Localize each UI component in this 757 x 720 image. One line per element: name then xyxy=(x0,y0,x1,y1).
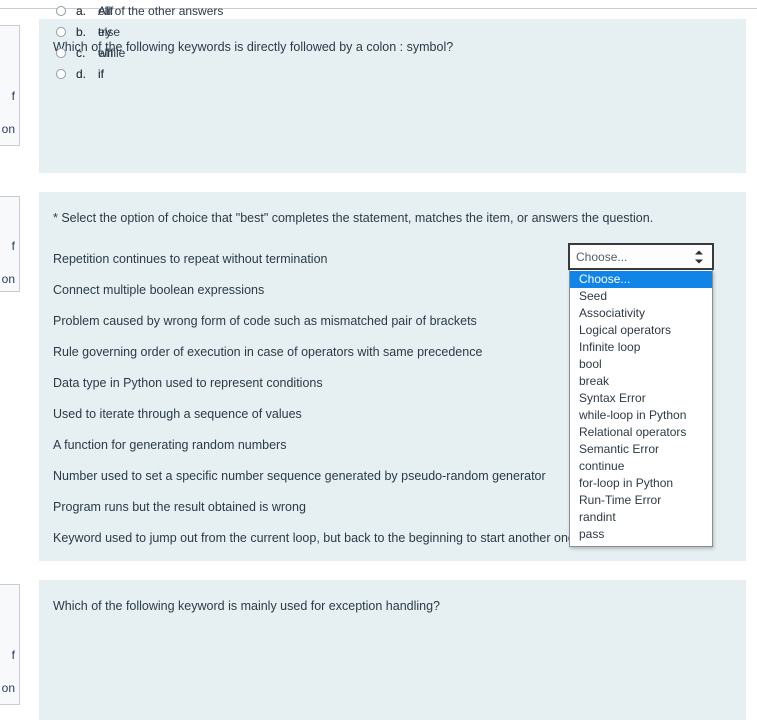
radio-button-icon[interactable] xyxy=(56,5,66,16)
quiz-page: f on f on f on Which of the following ke… xyxy=(0,0,757,720)
question-card-3: Which of the following keyword is mainly… xyxy=(39,580,746,720)
matching-select[interactable]: Choose... xyxy=(568,243,714,270)
select-option[interactable]: Seed xyxy=(570,288,712,305)
nav-stub-3-line-1: f xyxy=(11,648,15,662)
radio-button-icon[interactable] xyxy=(56,68,66,79)
select-option[interactable]: while-loop in Python xyxy=(570,407,712,424)
nav-stub-3-line-2: on xyxy=(1,681,15,695)
question-2-instruction: * Select the option of choice that "best… xyxy=(53,211,654,225)
question-3-options: a. elif b. try c. while d. if xyxy=(56,0,125,84)
select-option-list[interactable]: Choose... Seed Associativity Logical ope… xyxy=(569,270,713,547)
option-label: while xyxy=(98,45,126,60)
statement-row: Rule governing order of execution in cas… xyxy=(53,345,483,359)
nav-stub-3[interactable]: f on xyxy=(0,584,20,705)
select-option[interactable]: for-loop in Python xyxy=(570,475,712,492)
select-value: Choose... xyxy=(576,249,628,264)
select-option[interactable]: Semantic Error xyxy=(570,441,712,458)
statement-row: Connect multiple boolean expressions xyxy=(53,283,265,297)
option-letter: b. xyxy=(76,24,87,39)
question-2-statements: Repetition continues to repeat without t… xyxy=(53,251,575,561)
select-option[interactable]: Choose... xyxy=(570,271,712,288)
select-option[interactable]: Run-Time Error xyxy=(570,492,712,509)
nav-stub-2[interactable]: f on xyxy=(0,196,20,292)
select-option[interactable]: continue xyxy=(570,458,712,475)
nav-stub-2-line-1: f xyxy=(11,239,15,253)
question-3-text: Which of the following keyword is mainly… xyxy=(53,599,441,613)
select-option[interactable]: randint xyxy=(570,509,712,526)
option-letter: c. xyxy=(76,45,86,60)
statement-row: Number used to set a specific number seq… xyxy=(53,469,546,483)
nav-stub-2-line-2: on xyxy=(1,272,15,286)
statement-row: Repetition continues to repeat without t… xyxy=(53,252,328,266)
radio-button-icon[interactable] xyxy=(56,26,66,37)
select-option[interactable]: Logical operators xyxy=(570,322,712,339)
statement-row: Used to iterate through a sequence of va… xyxy=(53,407,302,421)
statement-row: Data type in Python used to represent co… xyxy=(53,376,323,390)
option-label: if xyxy=(98,66,104,81)
select-option[interactable]: Relational operators xyxy=(570,424,712,441)
radio-button-icon[interactable] xyxy=(56,47,66,58)
option-row[interactable]: a. elif xyxy=(56,0,125,21)
select-option[interactable]: Associativity xyxy=(570,305,712,322)
statement-row: Program runs but the result obtained is … xyxy=(53,500,306,514)
option-row[interactable]: d. if xyxy=(56,63,125,84)
option-row[interactable]: b. try xyxy=(56,21,125,42)
nav-stub-1-line-2: on xyxy=(1,122,15,136)
statement-row: Keyword used to jump out from the curren… xyxy=(53,531,575,545)
spinner-arrows-icon[interactable] xyxy=(694,250,703,263)
select-option[interactable]: pass xyxy=(570,526,712,543)
select-option[interactable]: Infinite loop xyxy=(570,339,712,356)
select-option[interactable]: bool xyxy=(570,356,712,373)
option-letter: a. xyxy=(76,3,87,18)
option-row[interactable]: c. while xyxy=(56,42,125,63)
select-option[interactable]: Syntax Error xyxy=(570,390,712,407)
option-label: try xyxy=(98,24,112,39)
option-label: elif xyxy=(98,3,114,18)
matching-select-wrapper: Choose... Choose... Seed Associativity L… xyxy=(568,243,714,547)
select-option[interactable]: break xyxy=(570,373,712,390)
option-letter: d. xyxy=(76,66,87,81)
statement-row: A function for generating random numbers xyxy=(53,438,287,452)
statement-row: Problem caused by wrong form of code suc… xyxy=(53,314,477,328)
nav-stub-1[interactable]: f on xyxy=(0,25,20,146)
nav-stub-1-line-1: f xyxy=(11,89,15,103)
